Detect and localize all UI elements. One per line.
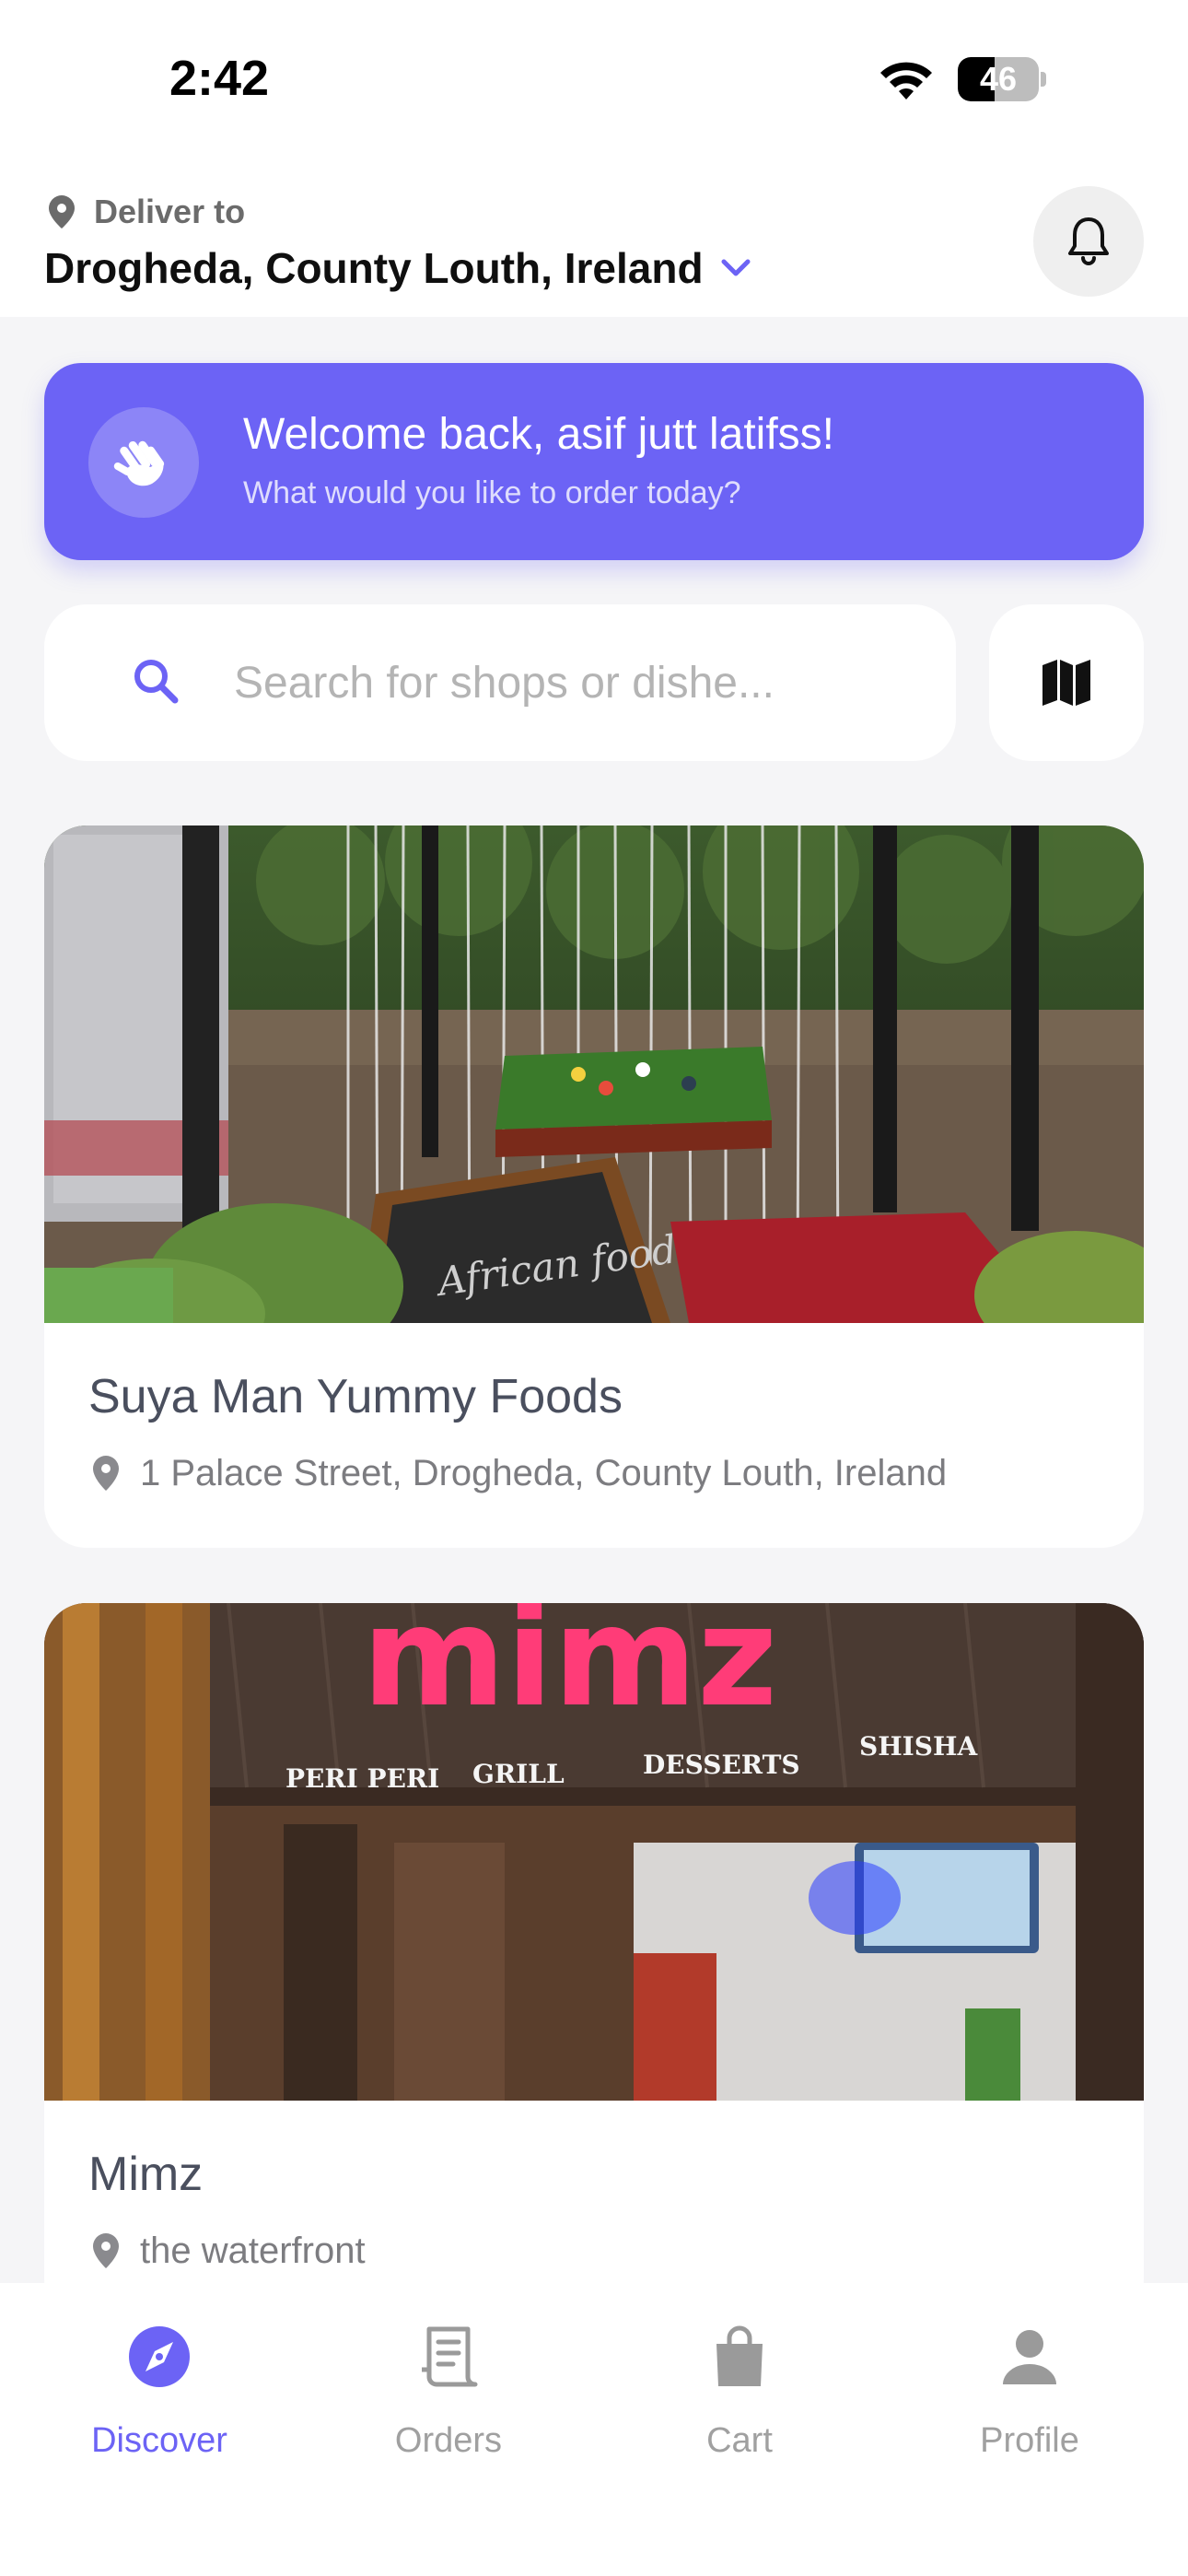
location-pin-icon	[93, 2233, 119, 2268]
shop-name: Suya Man Yummy Foods	[88, 1370, 623, 1423]
search-input[interactable]	[234, 641, 915, 724]
search-bar[interactable]	[44, 604, 956, 761]
shop-image: mimz PERI PERI GRILL DESSERTS SHISHA	[44, 1603, 1144, 2101]
compass-icon	[129, 2326, 190, 2387]
nav-label: Orders	[394, 2421, 503, 2460]
welcome-subtitle: What would you like to order today?	[243, 475, 741, 510]
wave-badge	[88, 407, 199, 518]
nav-profile[interactable]: Profile	[901, 2283, 1159, 2523]
sign-item: PERI PERI	[285, 1763, 439, 1794]
nav-label: Cart	[706, 2421, 773, 2460]
nav-discover[interactable]: Discover	[30, 2283, 288, 2523]
bottom-navigation: Discover Orders Cart Profile	[0, 2283, 1188, 2576]
status-bar: 2:42 46	[0, 0, 1188, 162]
search-icon	[134, 660, 179, 704]
bell-icon	[1068, 217, 1109, 265]
battery-percent: 46	[979, 60, 1018, 98]
shop-address: the waterfront	[140, 2230, 366, 2271]
deliver-to-row[interactable]: Deliver to	[48, 192, 245, 232]
waving-hand-icon	[113, 440, 165, 486]
sign-item: GRILL	[472, 1759, 565, 1789]
delivery-location: Drogheda, County Louth, Ireland	[44, 244, 704, 292]
welcome-banner: Welcome back, asif jutt latifss! What wo…	[44, 363, 1144, 560]
location-pin-icon	[93, 1456, 119, 1491]
shopping-bag-icon	[716, 2325, 763, 2386]
neon-sign: mimz	[362, 1603, 777, 1738]
location-pin-icon	[49, 195, 75, 228]
map-icon	[1042, 660, 1090, 706]
shop-address-row: the waterfront	[92, 2228, 366, 2274]
sign-item: DESSERTS	[643, 1750, 800, 1780]
location-selector[interactable]: Drogheda, County Louth, Ireland	[44, 236, 751, 300]
app-header: Deliver to Drogheda, County Louth, Irela…	[0, 162, 1188, 317]
sign-item: SHISHA	[859, 1731, 978, 1762]
shop-card[interactable]: mimz PERI PERI GRILL DESSERTS SHISHA Mim…	[44, 1603, 1144, 2322]
shop-name: Mimz	[88, 2148, 204, 2201]
shop-card[interactable]: African food Suya Man Yummy Foods 1 Pala…	[44, 825, 1144, 1548]
nav-orders[interactable]: Orders	[320, 2283, 577, 2523]
receipt-icon	[422, 2326, 478, 2387]
shop-image: African food	[44, 825, 1144, 1323]
notifications-button[interactable]	[1033, 186, 1144, 297]
shop-address-row: 1 Palace Street, Drogheda, County Louth,…	[92, 1450, 947, 1496]
deliver-to-label: Deliver to	[94, 193, 246, 230]
battery-indicator: 46	[958, 57, 1046, 101]
nav-label: Profile	[980, 2421, 1079, 2460]
chevron-down-icon	[721, 259, 751, 276]
person-icon	[1003, 2330, 1056, 2384]
welcome-title: Welcome back, asif jutt latifss!	[243, 410, 834, 459]
shop-address: 1 Palace Street, Drogheda, County Louth,…	[140, 1452, 948, 1493]
nav-cart[interactable]: Cart	[611, 2283, 868, 2523]
map-view-button[interactable]	[989, 604, 1144, 761]
status-time: 2:42	[169, 51, 270, 106]
nav-label: Discover	[91, 2421, 227, 2460]
wifi-icon	[880, 62, 932, 100]
